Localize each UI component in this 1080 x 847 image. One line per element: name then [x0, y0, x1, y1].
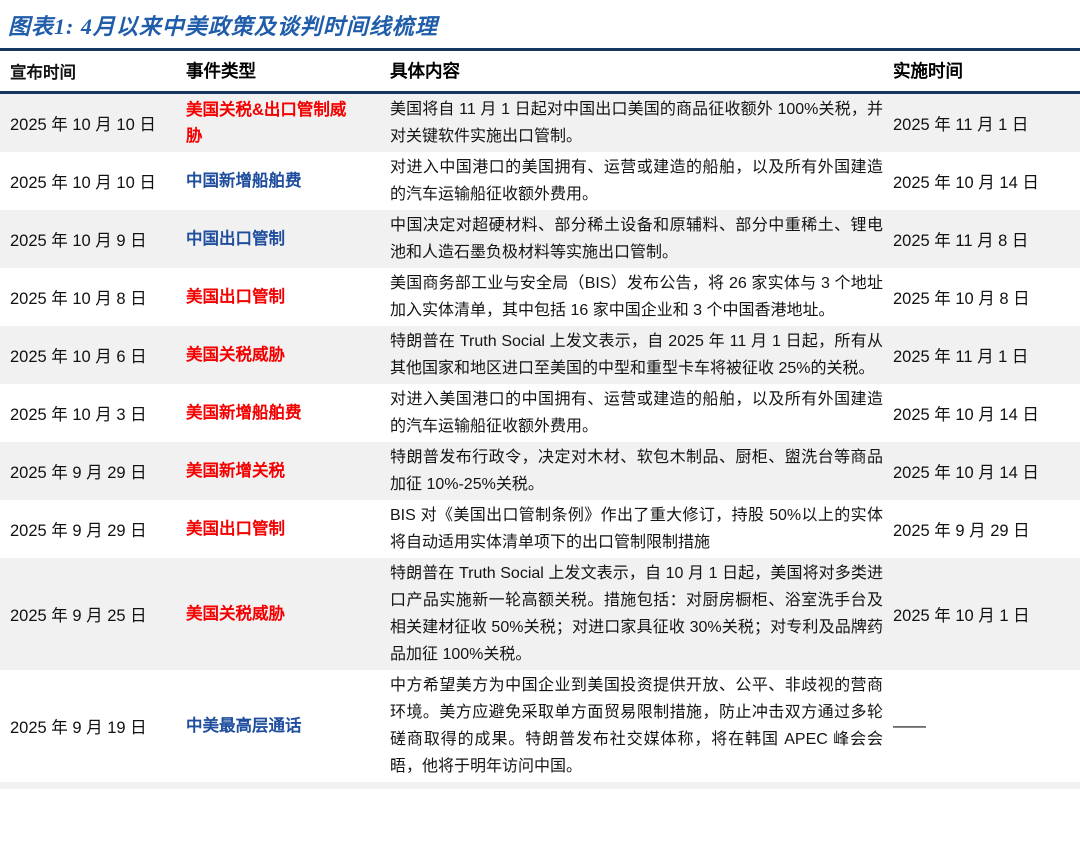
announce-date-cell: 2025 年 9 月 19 日	[0, 714, 186, 738]
report-figure-page: 图表1: 4月以来中美政策及谈判时间线梳理 宣布时间 事件类型 具体内容 实施时…	[0, 0, 1080, 847]
table-row: 2025 年 10 月 6 日 美国关税威胁 特朗普在 Truth Social…	[0, 326, 1080, 384]
table-row: 2025 年 10 月 10 日 中国新增船舶费 对进入中国港口的美国拥有、运营…	[0, 152, 1080, 210]
event-type-cell: 美国出口管制	[186, 284, 390, 310]
event-content-cell: 特朗普在 Truth Social 上发文表示，自 2025 年 11 月 1 …	[390, 326, 893, 384]
table-header-row: 宣布时间 事件类型 具体内容 实施时间	[0, 51, 1080, 94]
event-type-cell: 中美最高层通话	[186, 713, 390, 739]
impl-date-cell: 2025 年 10 月 14 日	[893, 401, 1080, 425]
header-announce-date: 宣布时间	[0, 59, 186, 83]
impl-date-cell: 2025 年 10 月 14 日	[893, 169, 1080, 193]
event-content-cell: 美国商务部工业与安全局（BIS）发布公告，将 26 家实体与 3 个地址加入实体…	[390, 268, 893, 326]
impl-date-cell: 2025 年 11 月 8 日	[893, 227, 1080, 251]
table-row: 2025 年 10 月 3 日 美国新增船舶费 对进入美国港口的中国拥有、运营或…	[0, 384, 1080, 442]
event-type-cell: 中国出口管制	[186, 226, 390, 252]
impl-date-cell: 2025 年 10 月 8 日	[893, 285, 1080, 309]
announce-date-cell: 2025 年 10 月 6 日	[0, 343, 186, 367]
header-content: 具体内容	[390, 58, 893, 83]
event-content-cell: 对进入中国港口的美国拥有、运营或建造的船舶，以及所有外国建造的汽车运输船征收额外…	[390, 152, 893, 210]
table-row: 2025 年 9 月 25 日 美国关税威胁 特朗普在 Truth Social…	[0, 558, 1080, 670]
announce-date-cell: 2025 年 10 月 3 日	[0, 401, 186, 425]
impl-date-cell: 2025 年 11 月 1 日	[893, 111, 1080, 135]
announce-date-cell: 2025 年 10 月 10 日	[0, 169, 186, 193]
event-type-cell: 中国新增船舶费	[186, 168, 390, 194]
event-type-cell: 美国新增关税	[186, 458, 390, 484]
table-row: 2025 年 10 月 8 日 美国出口管制 美国商务部工业与安全局（BIS）发…	[0, 268, 1080, 326]
event-type-cell: 美国关税威胁	[186, 342, 390, 368]
event-content-cell: 特朗普发布行政令，决定对木材、软包木制品、厨柜、盥洗台等商品加征 10%-25%…	[390, 442, 893, 500]
event-type-cell: 美国新增船舶费	[186, 400, 390, 426]
header-event-type: 事件类型	[186, 58, 390, 83]
table-row: 2025 年 10 月 10 日 美国关税&出口管制威胁 美国将自 11 月 1…	[0, 94, 1080, 152]
table-body: 2025 年 10 月 10 日 美国关税&出口管制威胁 美国将自 11 月 1…	[0, 94, 1080, 782]
event-content-cell: BIS 对《美国出口管制条例》作出了重大修订，持股 50%以上的实体将自动适用实…	[390, 500, 893, 558]
event-type-cell: 美国关税&出口管制威胁	[186, 97, 390, 149]
announce-date-cell: 2025 年 9 月 25 日	[0, 602, 186, 626]
impl-date-cell: 2025 年 11 月 1 日	[893, 343, 1080, 367]
impl-date-cell: 2025 年 10 月 1 日	[893, 602, 1080, 626]
event-content-cell: 对进入美国港口的中国拥有、运营或建造的船舶，以及所有外国建造的汽车运输船征收额外…	[390, 384, 893, 442]
table-row: 2025 年 10 月 9 日 中国出口管制 中国决定对超硬材料、部分稀土设备和…	[0, 210, 1080, 268]
event-content-cell: 特朗普在 Truth Social 上发文表示，自 10 月 1 日起，美国将对…	[390, 558, 893, 670]
policy-timeline-table: 宣布时间 事件类型 具体内容 实施时间 2025 年 10 月 10 日 美国关…	[0, 48, 1080, 782]
announce-date-cell: 2025 年 10 月 8 日	[0, 285, 186, 309]
impl-date-cell: 2025 年 9 月 29 日	[893, 517, 1080, 541]
next-row-partial-strip	[0, 782, 1080, 789]
table-row: 2025 年 9 月 19 日 中美最高层通话 中方希望美方为中国企业到美国投资…	[0, 670, 1080, 782]
event-content-cell: 美国将自 11 月 1 日起对中国出口美国的商品征收额外 100%关税，并对关键…	[390, 94, 893, 152]
impl-date-cell: ——	[893, 717, 1080, 736]
announce-date-cell: 2025 年 10 月 10 日	[0, 111, 186, 135]
impl-date-cell: 2025 年 10 月 14 日	[893, 459, 1080, 483]
table-row: 2025 年 9 月 29 日 美国新增关税 特朗普发布行政令，决定对木材、软包…	[0, 442, 1080, 500]
announce-date-cell: 2025 年 10 月 9 日	[0, 227, 186, 251]
event-content-cell: 中国决定对超硬材料、部分稀土设备和原辅料、部分中重稀土、锂电池和人造石墨负极材料…	[390, 210, 893, 268]
figure-title: 图表1: 4月以来中美政策及谈判时间线梳理	[0, 0, 1080, 48]
announce-date-cell: 2025 年 9 月 29 日	[0, 517, 186, 541]
event-content-cell: 中方希望美方为中国企业到美国投资提供开放、公平、非歧视的营商环境。美方应避免采取…	[390, 670, 893, 782]
announce-date-cell: 2025 年 9 月 29 日	[0, 459, 186, 483]
header-impl-date: 实施时间	[893, 58, 1080, 83]
table-row: 2025 年 9 月 29 日 美国出口管制 BIS 对《美国出口管制条例》作出…	[0, 500, 1080, 558]
event-type-cell: 美国关税威胁	[186, 601, 390, 627]
event-type-cell: 美国出口管制	[186, 516, 390, 542]
